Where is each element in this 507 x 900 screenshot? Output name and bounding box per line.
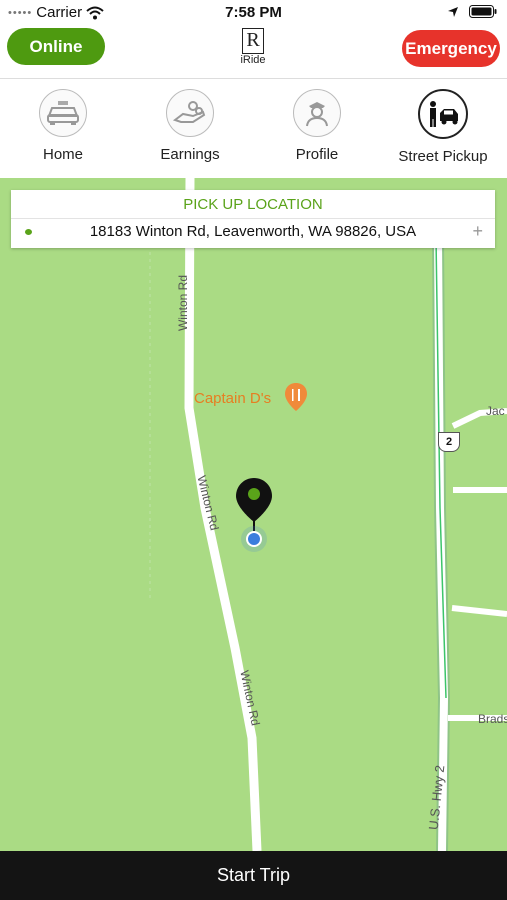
location-arrow-icon — [448, 6, 458, 17]
nav-item-street-pickup[interactable]: Street Pickup — [380, 89, 506, 165]
main-nav: Home Earnings Profile Street Pickup — [0, 79, 507, 178]
current-location-icon — [241, 526, 267, 552]
side-road-label: Jac — [486, 404, 505, 418]
pickup-address[interactable]: 18183 Winton Rd, Leavenworth, WA 98826, … — [11, 223, 495, 240]
battery-icon — [469, 5, 497, 18]
side-road-label: Brads — [478, 712, 507, 726]
nav-label-profile: Profile — [295, 146, 339, 163]
online-toggle-button[interactable]: Online — [7, 28, 105, 65]
add-location-button[interactable]: + — [472, 221, 483, 242]
taxi-icon — [39, 89, 87, 137]
poi-label[interactable]: Captain D's — [194, 390, 271, 407]
nav-item-home[interactable]: Home — [0, 89, 126, 163]
nav-label-street-pickup: Street Pickup — [398, 148, 488, 165]
pickup-divider — [11, 218, 495, 219]
logo-letter: R — [242, 28, 264, 54]
start-trip-button[interactable]: Start Trip — [0, 851, 507, 900]
road-label: Winton Rd — [176, 274, 191, 332]
logo-text: iRide — [240, 54, 266, 66]
restaurant-pin-icon[interactable] — [284, 382, 308, 412]
status-bar: ••••• Carrier 7:58 PM — [0, 0, 507, 26]
nav-item-profile[interactable]: Profile — [254, 89, 380, 163]
nav-item-earnings[interactable]: Earnings — [127, 89, 253, 163]
status-right — [447, 5, 497, 18]
nav-label-earnings: Earnings — [160, 146, 220, 163]
street-pickup-icon — [418, 89, 468, 139]
pickup-title: PICK UP LOCATION — [183, 196, 323, 213]
nav-label-home: Home — [42, 146, 83, 163]
iride-logo: R iRide — [233, 28, 273, 72]
pickup-location-card[interactable]: PICK UP LOCATION 18183 Winton Rd, Leaven… — [11, 190, 495, 248]
map-view[interactable]: Winton Rd Winton Rd Winton Rd Captain D'… — [0, 178, 507, 851]
driver-profile-icon — [293, 89, 341, 137]
hand-coins-icon — [166, 89, 214, 137]
emergency-button[interactable]: Emergency — [402, 30, 500, 67]
top-bar: Online R iRide Emergency — [0, 26, 507, 79]
status-time: 7:58 PM — [225, 4, 282, 21]
highway-shield: 2 — [438, 432, 460, 452]
